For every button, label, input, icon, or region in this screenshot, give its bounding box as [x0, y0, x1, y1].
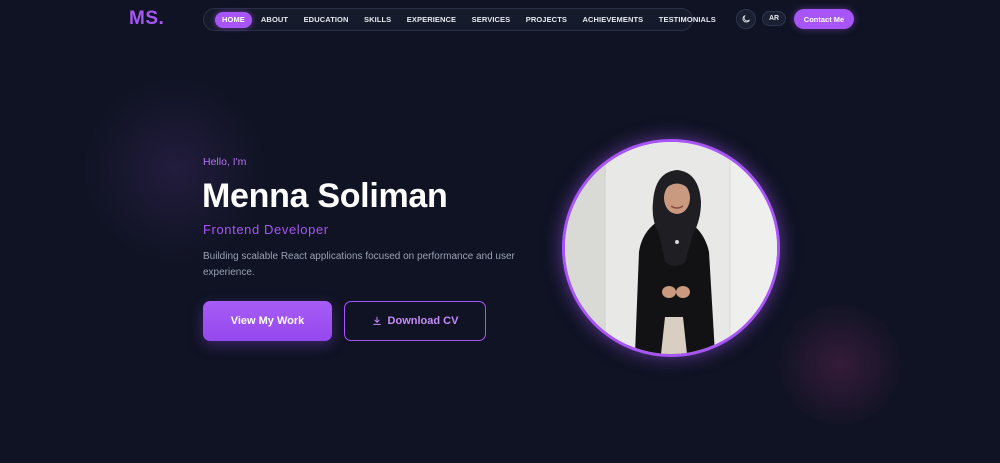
view-my-work-button[interactable]: View My Work: [203, 301, 332, 341]
download-cv-label: Download CV: [387, 315, 459, 327]
contact-me-button[interactable]: Contact Me: [794, 9, 854, 29]
profile-photo: [562, 139, 780, 357]
nav-item-experience[interactable]: EXPERIENCE: [407, 15, 456, 24]
main-nav: HOME ABOUT EDUCATION SKILLS EXPERIENCE S…: [203, 8, 716, 31]
nav-item-achievements[interactable]: ACHIEVEMENTS: [582, 15, 643, 24]
logo[interactable]: MS.: [129, 8, 164, 30]
profile-photo-illustration: [565, 142, 777, 354]
moon-icon: [742, 15, 750, 23]
download-cv-button[interactable]: Download CV: [344, 301, 486, 341]
hero-name: Menna Soliman: [202, 177, 448, 215]
page: MS. HOME ABOUT EDUCATION SKILLS EXPERIEN…: [0, 0, 1000, 463]
nav-item-services[interactable]: SERVICES: [472, 15, 511, 24]
background-glow-right: [780, 305, 900, 425]
download-icon: [372, 316, 381, 325]
nav-item-home[interactable]: HOME: [215, 11, 252, 28]
nav-item-projects[interactable]: PROJECTS: [526, 15, 567, 24]
view-my-work-label: View My Work: [230, 315, 305, 327]
nav-item-testimonials[interactable]: TESTIMONIALS: [659, 15, 716, 24]
theme-toggle-button[interactable]: [736, 9, 756, 29]
language-toggle-button[interactable]: AR: [762, 11, 786, 26]
hero-role: Frontend Developer: [203, 222, 329, 237]
hero-tagline: Building scalable React applications foc…: [203, 251, 515, 278]
hero-greeting: Hello, I'm: [203, 156, 247, 168]
nav-item-education[interactable]: EDUCATION: [304, 15, 349, 24]
nav-item-about[interactable]: ABOUT: [261, 15, 288, 24]
nav-item-skills[interactable]: SKILLS: [364, 15, 391, 24]
